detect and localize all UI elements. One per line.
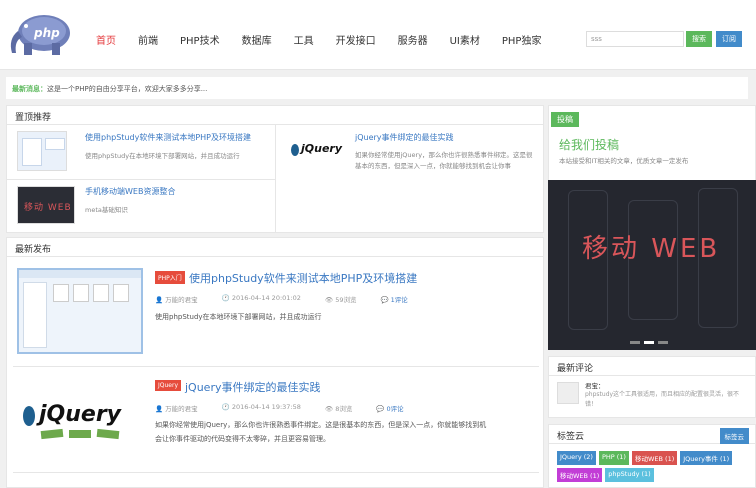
divider xyxy=(275,125,276,233)
contribute-badge[interactable]: 投稿 xyxy=(551,112,579,127)
divider xyxy=(13,366,539,367)
tag-list: JQuery (2) PHP (1) 移动WEB (1) JQuery事件 (1) 移动… xyxy=(557,451,753,482)
nav-item[interactable]: 首页 xyxy=(96,32,116,47)
tag-item[interactable]: PHP (1) xyxy=(598,451,629,465)
comments-link[interactable]: 💬 0评论 xyxy=(376,403,415,413)
tag-item[interactable]: 移动WEB (1) xyxy=(557,468,603,482)
comment-author[interactable]: 君宝： xyxy=(585,380,605,390)
category-tag[interactable]: PHP入门 xyxy=(155,271,185,284)
article-title[interactable]: 使用phpStudy软件来测试本地PHP及环境搭建 xyxy=(189,270,417,286)
comments-link[interactable]: 💬 1评论 xyxy=(381,294,420,304)
search-button[interactable]: 搜索 xyxy=(686,31,712,47)
notice-text: 这是一个PHP的自由分享平台，欢迎大家多多分享... xyxy=(47,85,208,93)
php-elephant-logo[interactable]: php xyxy=(6,13,74,59)
article-thumbnail[interactable] xyxy=(17,131,67,171)
author: 👤 万能的君宝 xyxy=(155,296,198,304)
tag-item[interactable]: JQuery (2) xyxy=(557,451,596,465)
latest-articles-panel: 最新发布 PHP入门 使用phpStudy软件来测试本地PHP及环境搭建 👤 万… xyxy=(6,237,544,488)
top-item-desc: meta基础知识 xyxy=(85,206,128,214)
tag-item[interactable]: phpStudy (1) xyxy=(605,468,654,482)
category-tag[interactable]: JQuery xyxy=(155,380,182,391)
date: 🕐 2016-04-14 20:01:02 xyxy=(221,294,301,302)
article-thumbnail[interactable] xyxy=(17,268,143,354)
latest-articles-title: 最新发布 xyxy=(7,238,543,257)
avatar[interactable] xyxy=(557,382,579,404)
search-input[interactable]: sss xyxy=(586,31,684,47)
views: 👁 59浏览 xyxy=(324,296,357,304)
slider-dot[interactable] xyxy=(630,341,640,344)
views: 👁 8浏览 xyxy=(324,405,353,413)
tag-cloud-button[interactable]: 标签云 xyxy=(719,428,749,444)
article-desc: 如果你经常使用jQuery，那么你也许很熟悉事件绑定。这是很基本的东西，但是深入… xyxy=(155,421,487,429)
top-item-desc: 如果你经常使用jQuery，那么你也许很熟悉事件绑定。这是很基本的东西，但是深入… xyxy=(355,151,533,170)
article-meta: 👤 万能的君宝 🕐 2016-04-14 19:37:58 👁 8浏览 💬 0评… xyxy=(155,403,428,413)
article-meta: 👤 万能的君宝 🕐 2016-04-14 20:01:02 👁 59浏览 💬 1… xyxy=(155,294,432,304)
latest-comments-title: 最新评论 xyxy=(549,357,755,376)
article-thumbnail[interactable]: 移动 WEB xyxy=(17,186,75,224)
nav-item[interactable]: 前端 xyxy=(138,32,158,47)
date: 🕐 2016-04-14 19:37:58 xyxy=(221,403,301,411)
article-desc: 使用phpStudy在本地环境下部署网站，并且成功运行 xyxy=(155,313,322,321)
top-item-title[interactable]: 使用phpStudy软件来测试本地PHP及环境搭建 xyxy=(85,132,251,143)
slider-dots[interactable] xyxy=(630,341,668,344)
tag-cloud-panel: 标签云 标签云 JQuery (2) PHP (1) 移动WEB (1) JQuery… xyxy=(548,424,756,488)
top-item-title[interactable]: 手机移动端WEB资源整合 xyxy=(85,186,175,197)
notice-bar: 最新消息：这是一个PHP的自由分享平台，欢迎大家多多分享... xyxy=(6,77,748,99)
article-title[interactable]: jQuery事件绑定的最佳实践 xyxy=(185,379,321,395)
notice-label: 最新消息： xyxy=(12,85,47,93)
top-item-desc: 使用phpStudy在本地环境下部署网站，并且成功运行 xyxy=(85,152,240,160)
contribute-title[interactable]: 给我们投稿 xyxy=(559,136,619,153)
subscribe-button[interactable]: 订阅 xyxy=(716,31,742,47)
image-slider[interactable]: 移动 WEB xyxy=(548,180,756,350)
main-nav: 首页 前端 PHP技术 数据库 工具 开发接口 服务器 UI素材 PHP独家 xyxy=(96,32,541,47)
comment-text: phpstudy这个工具很适用，而且相应的配置很灵活，很不错！ xyxy=(585,391,740,408)
tag-item[interactable]: 移动WEB (1) xyxy=(631,451,678,465)
nav-item[interactable]: PHP技术 xyxy=(180,32,220,47)
divider xyxy=(13,472,539,473)
nav-item[interactable]: 工具 xyxy=(294,32,314,47)
author: 👤 万能的君宝 xyxy=(155,405,198,413)
nav-item[interactable]: UI素材 xyxy=(450,32,480,47)
contribute-panel: 投稿 给我们投稿 本站接受和IT相关的文章，优质文章一定发布 xyxy=(548,105,756,181)
top-item-title[interactable]: jQuery事件绑定的最佳实践 xyxy=(355,132,454,143)
jquery-logo-thumbnail[interactable]: jQuery xyxy=(287,136,347,166)
latest-comments-panel: 最新评论 君宝： phpstudy这个工具很适用，而且相应的配置很灵活，很不错！ xyxy=(548,356,756,418)
top-recommended-panel: 置顶推荐 使用phpStudy软件来测试本地PHP及环境搭建 使用phpStud… xyxy=(6,105,544,233)
jquery-logo-thumbnail[interactable]: jQuery xyxy=(21,396,141,446)
site-header: php 首页 前端 PHP技术 数据库 工具 开发接口 服务器 UI素材 PHP独家 sss 搜… xyxy=(0,0,756,70)
nav-item[interactable]: 服务器 xyxy=(398,32,428,47)
slider-dot[interactable] xyxy=(644,341,654,344)
article-desc: 会让你事件驱动的代码变得不太零碎，并且更容易管理。 xyxy=(155,435,330,443)
svg-text:php: php xyxy=(33,26,60,40)
nav-item[interactable]: 数据库 xyxy=(242,32,272,47)
slider-caption: 移动 WEB xyxy=(582,234,721,264)
nav-item[interactable]: PHP独家 xyxy=(502,32,542,47)
top-recommended-title: 置顶推荐 xyxy=(7,106,543,125)
contribute-desc: 本站接受和IT相关的文章，优质文章一定发布 xyxy=(559,157,689,165)
divider xyxy=(7,179,275,180)
slider-dot[interactable] xyxy=(658,341,668,344)
nav-item[interactable]: 开发接口 xyxy=(336,32,376,47)
tag-item[interactable]: JQuery事件 (1) xyxy=(680,451,733,465)
